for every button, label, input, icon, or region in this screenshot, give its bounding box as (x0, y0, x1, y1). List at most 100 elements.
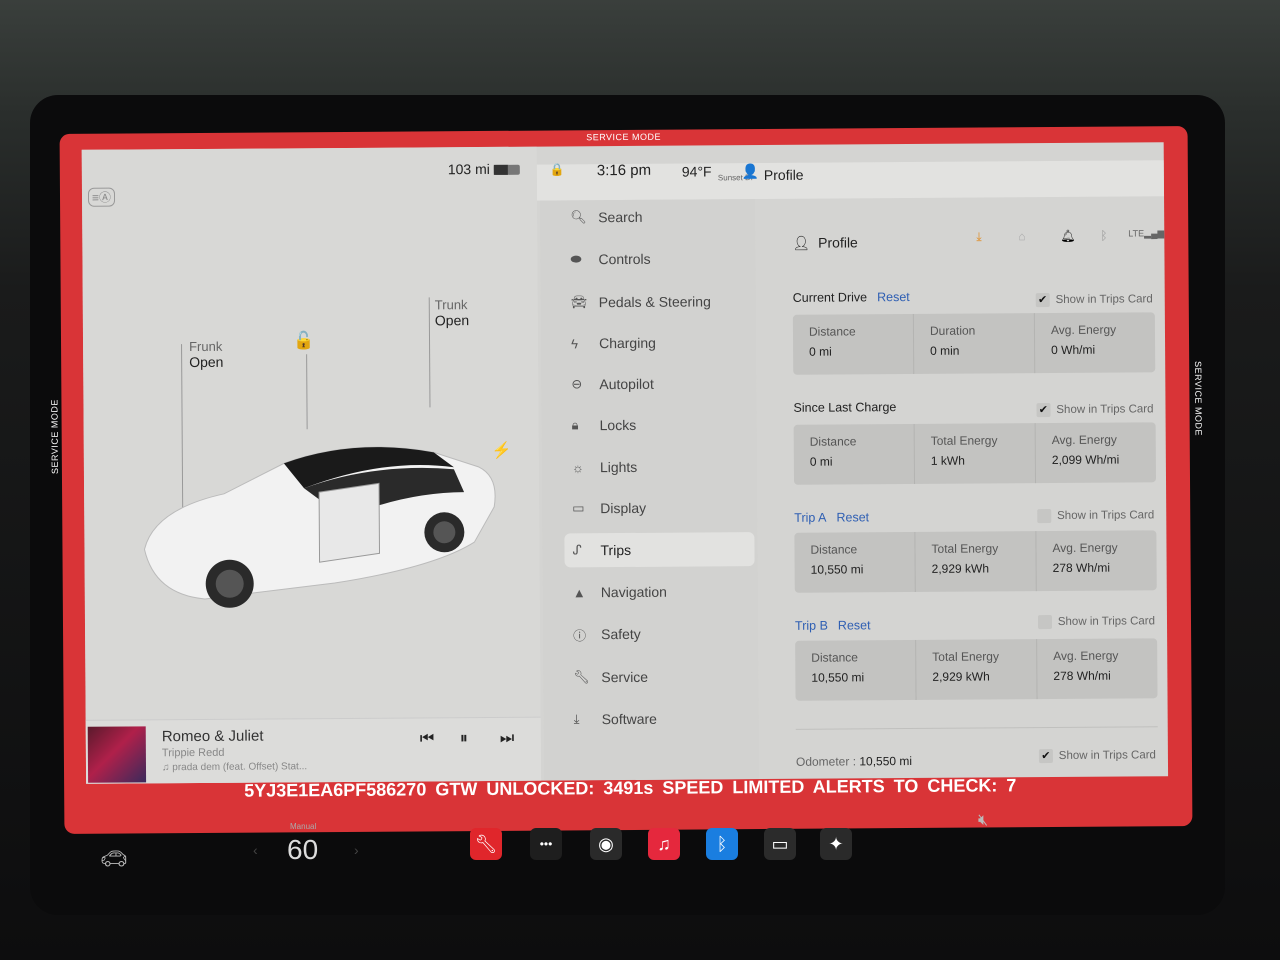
nav-item-autopilot[interactable]: ⊖ Autopilot (563, 366, 753, 401)
stat-label: Total Energy (930, 433, 998, 448)
temp-increase-button[interactable]: › (354, 842, 359, 858)
bluetooth-icon[interactable]: ᛒ (1100, 229, 1107, 243)
toybox-app-icon[interactable]: ✦ (820, 828, 852, 860)
dashcam-app-icon[interactable]: ◉ (590, 828, 622, 860)
profile-button[interactable]: Profile (764, 167, 804, 183)
light-icon: ☼ (571, 459, 584, 475)
download-icon: ⤓ (573, 711, 580, 727)
next-track-button[interactable]: ⏭ (500, 730, 515, 748)
homelink-icon[interactable]: ⌂ (1018, 229, 1025, 243)
nav-label: Software (601, 710, 657, 728)
stat-cell: Duration 0 min (913, 313, 1036, 374)
stat-cell: Distance 10,550 mi (795, 639, 917, 701)
stat-label: Distance (811, 650, 858, 665)
stat-cell: Total Energy 2,929 kWh (916, 639, 1038, 700)
more-apps-icon[interactable]: ••• (530, 828, 562, 860)
notification-bell-icon[interactable]: 🔔︎ (1060, 229, 1075, 243)
checkbox-unchecked-icon[interactable] (1037, 509, 1052, 524)
stat-label: Avg. Energy (1051, 432, 1117, 448)
stat-value: 0 Wh/mi (1051, 342, 1096, 358)
profile-icon[interactable]: 👤 (742, 163, 760, 180)
stat-label: Distance (809, 434, 857, 449)
checkbox-checked-icon[interactable]: ✔ (1036, 403, 1051, 418)
alerts-count[interactable]: ALERTS TO CHECK: 7 (813, 775, 1017, 796)
stat-label: Distance (808, 324, 856, 339)
section-title-text: Trip A (794, 510, 827, 525)
show-in-card-trip-b[interactable]: Show in Trips Card (1037, 614, 1155, 630)
previous-track-button[interactable]: ⏮ (420, 730, 435, 748)
speed-limited-status: SPEED LIMITED (662, 776, 805, 798)
nav-label: Display (600, 499, 647, 517)
temp-decrease-button[interactable]: ‹ (253, 842, 258, 858)
show-in-card-label: Show in Trips Card (1057, 509, 1155, 522)
car-panel: ≡Ⓐ Frunk Open 🔓 Trunk Open ⚡ Romeo & Jul… (81, 146, 542, 784)
service-app-icon[interactable]: 🔧︎ (470, 828, 502, 860)
reset-trip-b-button[interactable]: Reset (838, 618, 871, 632)
stat-label: Avg. Energy (1053, 648, 1119, 664)
trunk-label: Trunk (434, 297, 468, 313)
checkbox-checked-icon[interactable]: ✔ (1038, 749, 1053, 764)
nav-item-display[interactable]: ▭ Display (564, 490, 754, 525)
show-in-card-trip-a[interactable]: Show in Trips Card (1037, 508, 1155, 524)
search-icon: 🔍︎ (570, 209, 587, 225)
unlock-icon[interactable]: 🔓 (293, 331, 314, 351)
nav-label: Charging (598, 334, 656, 352)
section-title-trip-a: Trip A Reset (794, 510, 869, 525)
nav-label: Controls (598, 250, 651, 268)
nav-item-lights[interactable]: ☼ Lights (564, 449, 754, 484)
nav-item-search[interactable]: 🔍︎ Search (562, 199, 752, 234)
bottom-dock: 🚗︎ ‹ Manual 60 › 🔧︎ ••• ◉ ♫ ᛒ ▭ ✦ 🔇︎ (60, 810, 1160, 890)
trunk-status[interactable]: Trunk Open (435, 297, 469, 328)
profile-header[interactable]: 👤︎ Profile (792, 234, 858, 251)
divider (795, 726, 1158, 730)
nav-item-safety[interactable]: ⓘ Safety (565, 616, 755, 651)
section-title-current-drive: Current Drive Reset (793, 290, 910, 305)
nav-item-pedals-steering[interactable]: 🚘︎ Pedals & Steering (563, 284, 753, 319)
music-app-icon[interactable]: ♫ (648, 828, 680, 860)
nav-label: Autopilot (599, 375, 654, 393)
nav-item-locks[interactable]: 🔒︎ Locks (563, 407, 753, 442)
nav-label: Lights (599, 458, 638, 476)
bluetooth-app-icon[interactable]: ᛒ (706, 828, 738, 860)
nav-item-service[interactable]: 🔧︎ Service (565, 659, 755, 694)
checkbox-unchecked-icon[interactable] (1037, 615, 1052, 630)
frunk-state: Open (189, 353, 224, 371)
reset-current-drive-button[interactable]: Reset (877, 290, 910, 304)
trips-icon: ᔑ (572, 542, 582, 558)
calendar-app-icon[interactable]: ▭ (764, 828, 796, 860)
stat-label: Avg. Energy (1050, 322, 1117, 338)
stat-label: Distance (810, 542, 858, 557)
nav-item-trips[interactable]: ᔑ Trips (564, 532, 755, 568)
reset-trip-a-button[interactable]: Reset (836, 510, 869, 524)
checkbox-checked-icon[interactable]: ✔ (1035, 293, 1050, 308)
stats-card-since-last-charge: Distance 0 mi Total Energy 1 kWh Avg. Ener… (793, 422, 1157, 485)
nav-item-controls[interactable]: ⬬ Controls (562, 241, 752, 276)
show-in-card-odometer[interactable]: ✔ Show in Trips Card (1038, 748, 1156, 764)
nav-label: Service (601, 668, 649, 686)
album-art[interactable] (87, 726, 147, 783)
nav-item-software[interactable]: ⤓ Software (566, 701, 756, 736)
service-mode-frame: SERVICE MODE SERVICE MODE SERVICE MODE ≡… (49, 126, 1204, 834)
profile-header-label: Profile (818, 234, 858, 251)
lock-icon: 🔒︎ (571, 417, 579, 433)
lock-status-icon[interactable]: 🔒 (550, 162, 565, 176)
nav-item-navigation[interactable]: ▲ Navigation (565, 574, 755, 609)
car-icon[interactable]: 🚗︎ (100, 846, 128, 872)
stat-cell: Avg. Energy 278 Wh/mi (1036, 530, 1156, 591)
wrench-icon: 🔧︎ (573, 669, 590, 685)
pause-button[interactable]: ⏸ (460, 730, 468, 748)
stat-value: 278 Wh/mi (1052, 560, 1111, 576)
stat-label: Total Energy (932, 649, 999, 664)
show-in-card-current-drive[interactable]: ✔ Show in Trips Card (1035, 292, 1153, 308)
profile-icon: 👤︎ (792, 234, 811, 251)
nav-item-charging[interactable]: ϟ Charging (563, 325, 753, 360)
lte-signal-icon: LTE▂▄▆ (1128, 228, 1165, 239)
stat-cell: Distance 10,550 mi (794, 531, 916, 593)
show-in-card-since-last-charge[interactable]: ✔ Show in Trips Card (1036, 402, 1154, 418)
volume-muted-icon[interactable]: 🔇︎ (978, 812, 988, 830)
frunk-label: Frunk (189, 338, 223, 355)
software-update-icon[interactable]: ⤓ (976, 230, 981, 245)
climate-temperature[interactable]: 60 (287, 834, 318, 866)
stat-value: 10,550 mi (811, 670, 865, 685)
frunk-status[interactable]: Frunk Open (189, 339, 223, 370)
